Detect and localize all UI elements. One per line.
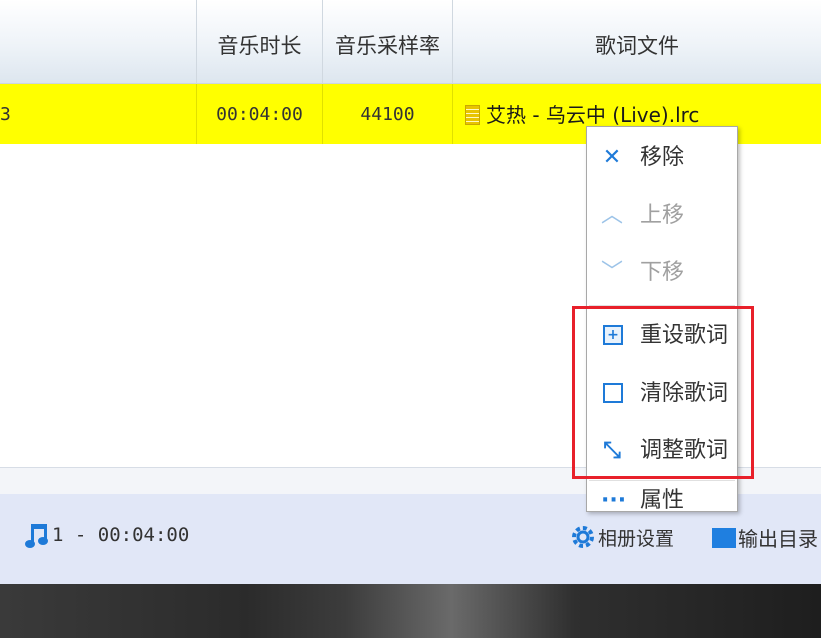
- chevron-down-icon: ﹀: [601, 260, 624, 285]
- cell-name: 3: [0, 84, 196, 144]
- menu-item-move-down[interactable]: ﹀ 下移: [587, 244, 737, 302]
- chevron-up-icon: ︿: [601, 203, 624, 228]
- menu-item-remove[interactable]: ✕ 移除: [587, 129, 737, 187]
- menu-item-label: 上移: [640, 203, 685, 228]
- column-header-lyrics-file[interactable]: 歌词文件: [452, 0, 821, 84]
- output-directory-button[interactable]: 输出目录: [738, 523, 818, 552]
- menu-item-properties[interactable]: ··· 属性: [587, 478, 737, 536]
- music-note-icon: [25, 524, 48, 548]
- lyrics-file-name: 艾热 - 乌云中 (Live).lrc: [486, 103, 700, 127]
- menu-item-move-up[interactable]: ︿ 上移: [587, 187, 737, 245]
- table-header: 音乐时长 音乐采样率 歌词文件: [0, 0, 821, 84]
- cell-sample-rate: 44100: [322, 84, 452, 144]
- menu-item-label: 属性: [640, 488, 685, 513]
- track-summary: 1 - 00:04:00: [52, 524, 190, 546]
- column-header-duration[interactable]: 音乐时长: [196, 0, 322, 84]
- cell-duration: 00:04:00: [196, 84, 322, 144]
- column-header-sample-rate[interactable]: 音乐采样率: [322, 0, 452, 84]
- menu-item-label: 移除: [640, 145, 685, 170]
- lyrics-file-icon: [465, 105, 480, 125]
- highlight-box: [572, 306, 754, 479]
- more-icon: ···: [601, 488, 627, 513]
- preview-image: [0, 584, 821, 638]
- column-header-name[interactable]: [0, 0, 196, 84]
- close-icon: ✕: [602, 145, 622, 170]
- cell-name-fragment: 3: [0, 104, 11, 125]
- menu-item-label: 下移: [640, 260, 685, 285]
